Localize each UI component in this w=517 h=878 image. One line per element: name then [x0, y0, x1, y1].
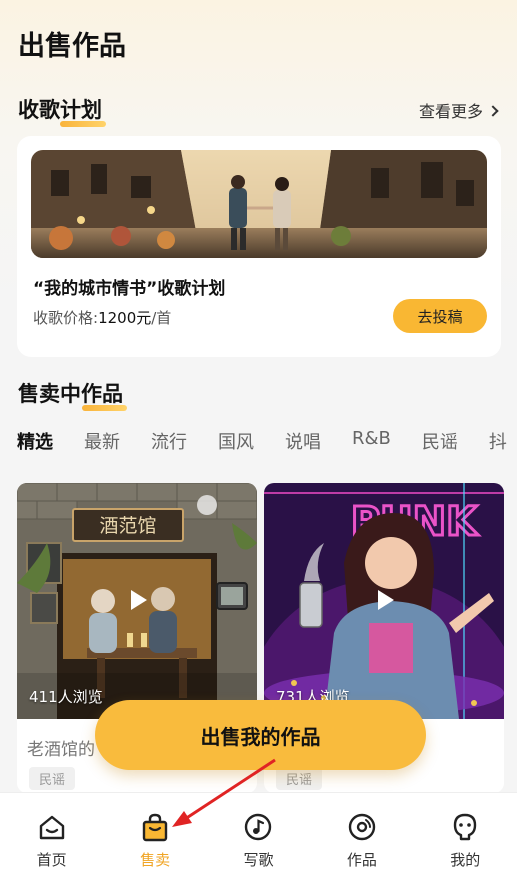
tab-folk[interactable]: 民谣 — [422, 428, 458, 458]
tab-label: 我的 — [450, 851, 481, 869]
sell-my-work-button[interactable]: 出售我的作品 — [95, 700, 426, 770]
tab-profile[interactable]: 我的 — [420, 793, 510, 878]
price-unit: /首 — [151, 309, 172, 327]
bottom-tab-bar: 首页 售卖 写歌 作品 我的 — [0, 792, 517, 878]
play-icon[interactable] — [123, 586, 151, 614]
shopping-bag-icon — [142, 813, 168, 842]
tab-latest[interactable]: 最新 — [84, 428, 120, 458]
tab-label: 首页 — [36, 851, 67, 869]
plan-heading-text: 收歌计划 — [18, 98, 102, 122]
genre-tag: 民谣 — [276, 767, 323, 790]
profile-icon — [454, 813, 477, 841]
tab-rnb[interactable]: R&B — [352, 428, 391, 458]
genre-tag: 民谣 — [29, 767, 76, 790]
price-label: 收歌价格: — [33, 309, 99, 327]
tab-guofeng[interactable]: 国风 — [218, 428, 254, 458]
works-heading-text: 售卖中作品 — [18, 382, 123, 406]
tab-more[interactable]: 抖 — [489, 428, 507, 458]
view-count: 411人浏览 — [29, 688, 103, 706]
tab-write[interactable]: 写歌 — [213, 793, 303, 878]
tab-label: 作品 — [346, 851, 377, 869]
price-value: 1200元 — [98, 309, 152, 327]
song-plan-card[interactable]: “我的城市情书”收歌计划 收歌价格:1200元/首 去投稿 — [17, 136, 501, 357]
tab-sell[interactable]: 售卖 — [110, 793, 200, 878]
plan-title: “我的城市情书”收歌计划 — [33, 279, 226, 299]
submit-button[interactable]: 去投稿 — [393, 299, 487, 333]
genre-tabs: 精选 最新 流行 国风 说唱 R&B 民谣 抖 — [17, 428, 517, 458]
tab-works[interactable]: 作品 — [317, 793, 407, 878]
tab-featured[interactable]: 精选 — [17, 428, 53, 458]
tab-rap[interactable]: 说唱 — [285, 428, 321, 458]
tab-home[interactable]: 首页 — [7, 793, 97, 878]
music-note-icon — [245, 813, 272, 841]
see-more-link[interactable]: 查看更多 — [418, 98, 499, 122]
page-title: 出售作品 — [18, 31, 126, 62]
tab-label: 售卖 — [140, 851, 171, 869]
works-section-heading: 售卖中作品 — [18, 378, 127, 411]
play-icon[interactable] — [370, 586, 398, 614]
work-name: 老酒馆的 — [27, 740, 95, 760]
disc-icon — [348, 813, 376, 841]
plan-cover-image — [31, 150, 487, 258]
chevron-right-icon — [487, 104, 499, 117]
tab-pop[interactable]: 流行 — [151, 428, 187, 458]
home-icon — [39, 815, 64, 840]
see-more-label: 查看更多 — [418, 102, 483, 121]
plan-price: 收歌价格:1200元/首 — [33, 307, 171, 328]
tab-label: 写歌 — [243, 851, 274, 869]
plan-section-heading: 收歌计划 — [18, 94, 106, 127]
sign-text: 酒范馆 — [99, 515, 156, 537]
